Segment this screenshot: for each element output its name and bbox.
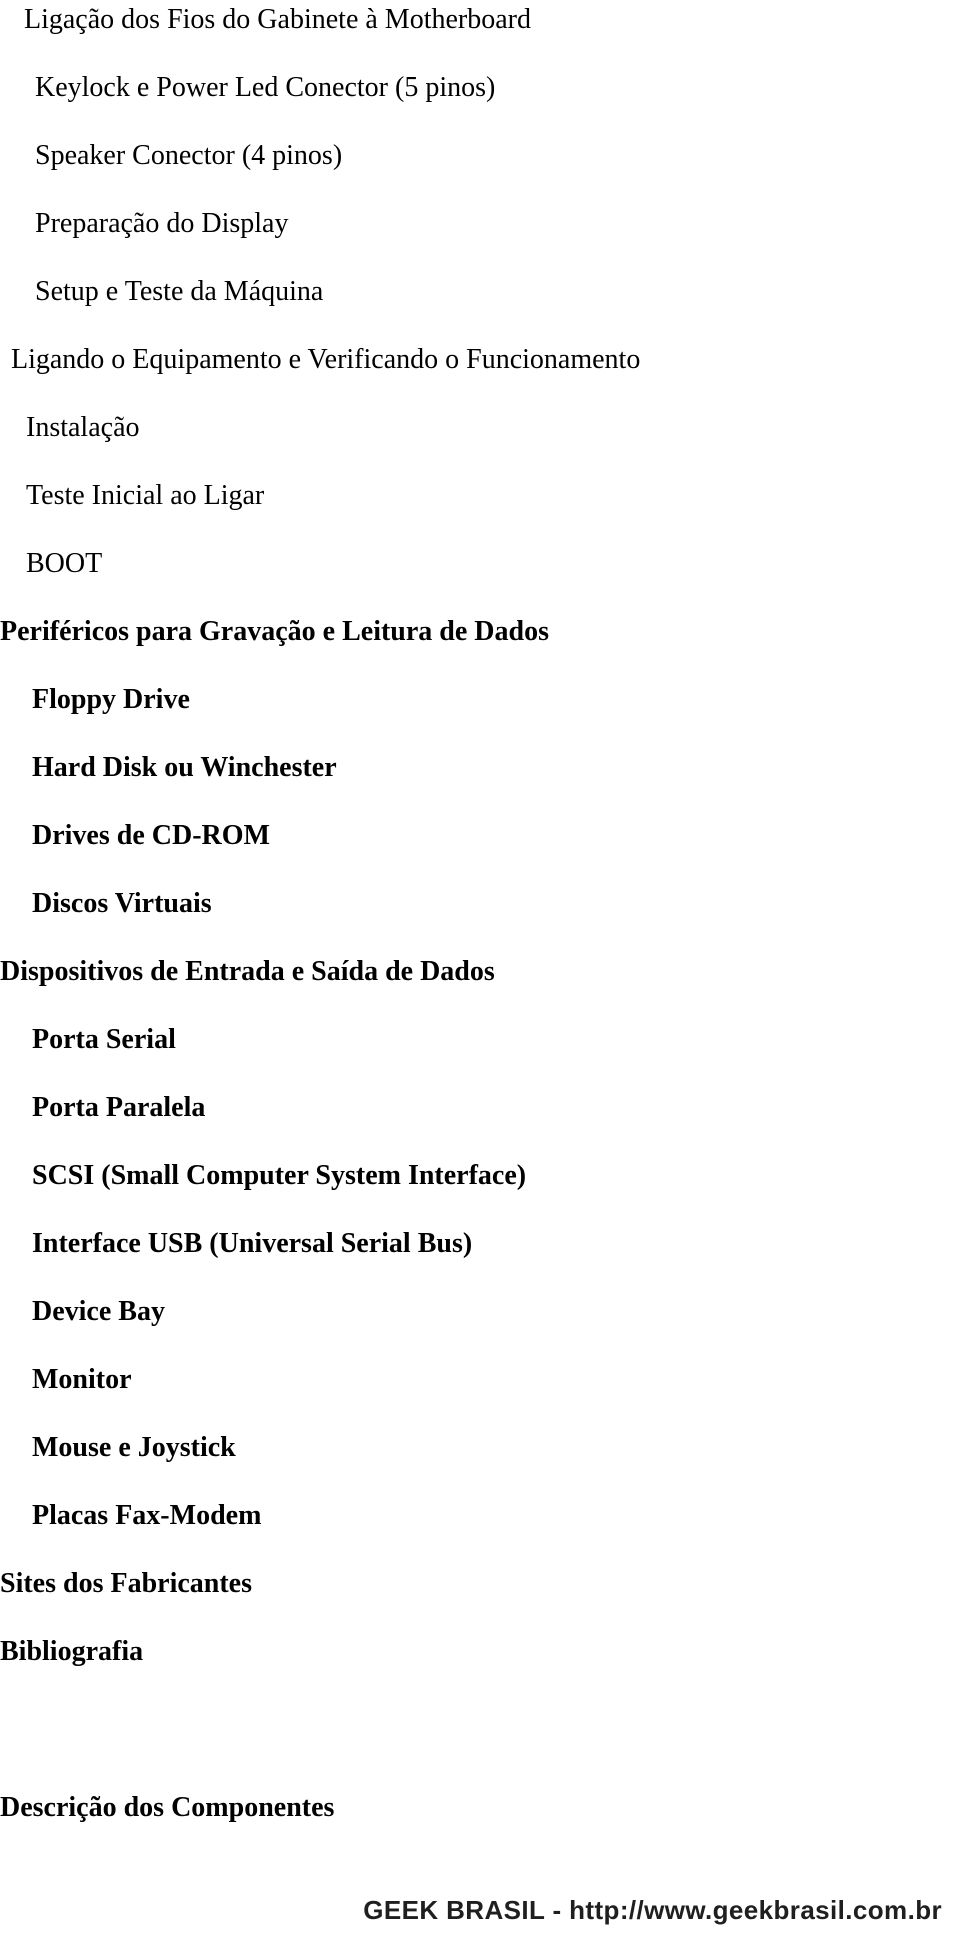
- toc-entry[interactable]: Keylock e Power Led Conector (5 pinos): [35, 74, 495, 102]
- toc-entry[interactable]: Device Bay: [32, 1298, 165, 1326]
- toc-entry[interactable]: Porta Serial: [32, 1026, 176, 1054]
- toc-entry[interactable]: Monitor: [32, 1366, 132, 1394]
- toc-entry[interactable]: Ligando o Equipamento e Verificando o Fu…: [11, 346, 640, 374]
- toc-entry[interactable]: Interface USB (Universal Serial Bus): [32, 1230, 472, 1258]
- toc-entry[interactable]: Ligação dos Fios do Gabinete à Motherboa…: [24, 6, 531, 34]
- document-page: Ligação dos Fios do Gabinete à Motherboa…: [0, 0, 960, 1948]
- toc-entry[interactable]: Drives de CD-ROM: [32, 822, 270, 850]
- toc-entry[interactable]: Discos Virtuais: [32, 890, 212, 918]
- toc-entry[interactable]: Teste Inicial ao Ligar: [26, 482, 264, 510]
- toc-entry[interactable]: Instalação: [26, 414, 140, 442]
- toc-entry[interactable]: Placas Fax-Modem: [32, 1502, 261, 1530]
- toc-entry[interactable]: Periféricos para Gravação e Leitura de D…: [0, 618, 549, 646]
- toc-entry[interactable]: BOOT: [26, 550, 102, 578]
- toc-entry[interactable]: Mouse e Joystick: [32, 1434, 236, 1462]
- toc-entry[interactable]: Floppy Drive: [32, 686, 190, 714]
- toc-entry[interactable]: Speaker Conector (4 pinos): [35, 142, 342, 170]
- toc-entry[interactable]: Preparação do Display: [35, 210, 288, 238]
- toc-entry[interactable]: Hard Disk ou Winchester: [32, 754, 337, 782]
- toc-entry[interactable]: Bibliografia: [0, 1638, 143, 1666]
- toc-entry[interactable]: Setup e Teste da Máquina: [35, 278, 323, 306]
- page-footer: GEEK BRASIL - http://www.geekbrasil.com.…: [0, 1895, 960, 1926]
- toc-entry[interactable]: Descrição dos Componentes: [0, 1794, 334, 1822]
- toc-entry[interactable]: Sites dos Fabricantes: [0, 1570, 252, 1598]
- toc-entry[interactable]: SCSI (Small Computer System Interface): [32, 1162, 526, 1190]
- toc-entry[interactable]: Dispositivos de Entrada e Saída de Dados: [0, 958, 495, 986]
- toc-entry[interactable]: Porta Paralela: [32, 1094, 205, 1122]
- footer-credit: GEEK BRASIL - http://www.geekbrasil.com.…: [363, 1895, 942, 1925]
